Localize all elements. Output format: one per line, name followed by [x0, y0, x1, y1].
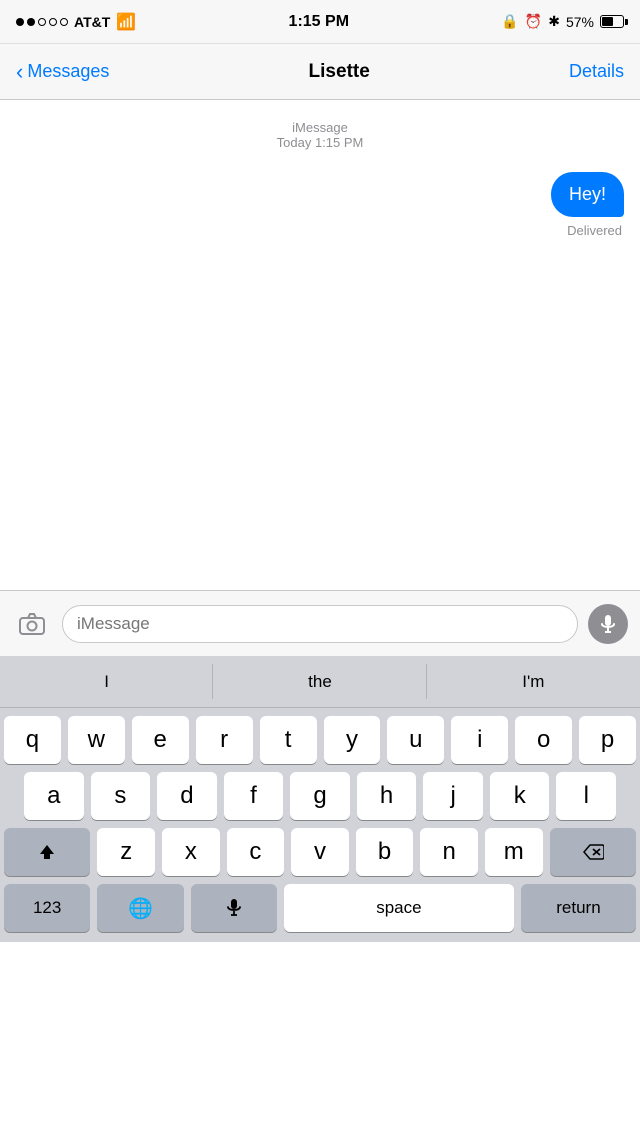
nav-bar: ‹ Messages Lisette Details [0, 44, 640, 100]
shift-key[interactable] [4, 828, 90, 876]
alarm-icon: ⏰ [525, 13, 542, 30]
key-r[interactable]: r [196, 716, 253, 764]
key-row-bottom: 123 🌐 space return [0, 876, 640, 942]
delete-key[interactable] [550, 828, 636, 876]
message-input[interactable] [62, 605, 578, 643]
predictive-text-2: I'm [522, 672, 544, 692]
key-g[interactable]: g [290, 772, 350, 820]
space-key[interactable]: space [284, 884, 514, 932]
keyboard-mic-key[interactable] [191, 884, 277, 932]
message-time: Today 1:15 PM [0, 135, 640, 150]
key-row-3: z x c v b n m [0, 820, 640, 876]
dot-4 [49, 18, 57, 26]
predictive-item-2[interactable]: I'm [427, 656, 640, 707]
status-left: AT&T 📶 [16, 12, 136, 32]
dot-3 [38, 18, 46, 26]
num-key[interactable]: 123 [4, 884, 90, 932]
predictive-bar: I the I'm [0, 656, 640, 708]
key-d[interactable]: d [157, 772, 217, 820]
message-type: iMessage [0, 120, 640, 135]
message-area: iMessage Today 1:15 PM Hey! Delivered [0, 100, 640, 590]
lock-icon: 🔒 [501, 13, 518, 30]
dot-5 [60, 18, 68, 26]
key-e[interactable]: e [132, 716, 189, 764]
key-o[interactable]: o [515, 716, 572, 764]
key-s[interactable]: s [91, 772, 151, 820]
status-bar: AT&T 📶 1:15 PM 🔒 ⏰ ✱ 57% [0, 0, 640, 44]
status-time: 1:15 PM [289, 13, 349, 31]
key-w[interactable]: w [68, 716, 125, 764]
key-row-1: q w e r t y u i o p [0, 708, 640, 764]
key-b[interactable]: b [356, 828, 414, 876]
bluetooth-icon: ✱ [548, 13, 560, 30]
key-u[interactable]: u [387, 716, 444, 764]
return-key[interactable]: return [521, 884, 636, 932]
predictive-item-0[interactable]: I [0, 656, 213, 707]
key-c[interactable]: c [227, 828, 285, 876]
sent-bubble: Hey! [551, 172, 624, 217]
camera-button[interactable] [12, 604, 52, 644]
mic-button[interactable] [588, 604, 628, 644]
back-button[interactable]: ‹ Messages [16, 59, 109, 85]
status-right: 🔒 ⏰ ✱ 57% [501, 13, 624, 30]
key-l[interactable]: l [556, 772, 616, 820]
battery-percentage: 57% [566, 14, 594, 30]
message-row: Hey! [0, 160, 640, 221]
wifi-icon: 📶 [116, 12, 136, 32]
key-y[interactable]: y [324, 716, 381, 764]
back-chevron-icon: ‹ [16, 59, 23, 85]
key-t[interactable]: t [260, 716, 317, 764]
battery-icon [600, 15, 624, 28]
key-x[interactable]: x [162, 828, 220, 876]
signal-dots [16, 18, 68, 26]
key-q[interactable]: q [4, 716, 61, 764]
key-i[interactable]: i [451, 716, 508, 764]
key-m[interactable]: m [485, 828, 543, 876]
input-area [0, 590, 640, 656]
key-h[interactable]: h [357, 772, 417, 820]
details-button[interactable]: Details [569, 61, 624, 82]
key-k[interactable]: k [490, 772, 550, 820]
key-a[interactable]: a [24, 772, 84, 820]
predictive-item-1[interactable]: the [213, 656, 426, 707]
predictive-text-0: I [104, 672, 109, 692]
predictive-text-1: the [308, 672, 332, 692]
key-row-2: a s d f g h j k l [0, 764, 640, 820]
conversation-title: Lisette [309, 61, 370, 83]
dot-1 [16, 18, 24, 26]
carrier-name: AT&T [74, 14, 110, 30]
key-f[interactable]: f [224, 772, 284, 820]
back-label: Messages [27, 61, 109, 82]
key-p[interactable]: p [579, 716, 636, 764]
delivered-label: Delivered [0, 223, 640, 238]
key-z[interactable]: z [97, 828, 155, 876]
key-n[interactable]: n [420, 828, 478, 876]
keyboard: q w e r t y u i o p a s d f g h j k l z … [0, 708, 640, 942]
key-j[interactable]: j [423, 772, 483, 820]
timestamp-label: iMessage Today 1:15 PM [0, 120, 640, 150]
globe-key[interactable]: 🌐 [97, 884, 183, 932]
dot-2 [27, 18, 35, 26]
key-v[interactable]: v [291, 828, 349, 876]
